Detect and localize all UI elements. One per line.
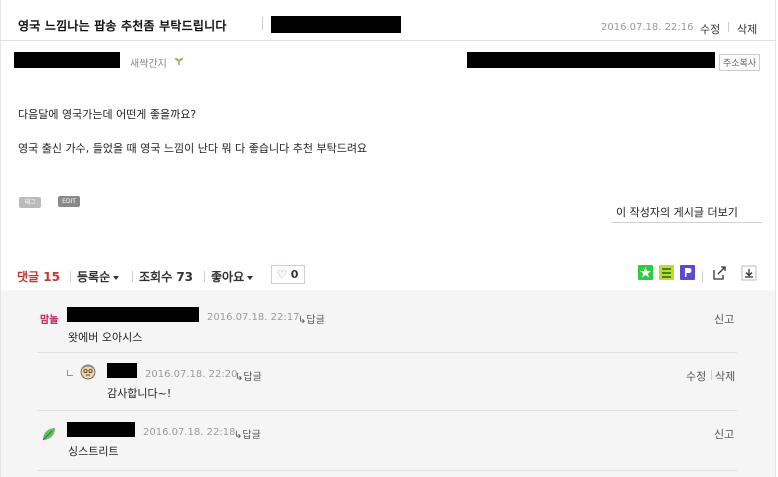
comment-text: 왓에버 오아시스 bbox=[68, 331, 143, 344]
likes-dropdown[interactable]: 좋아요 bbox=[211, 268, 254, 285]
redacted-commenter-name[interactable] bbox=[67, 307, 199, 322]
share-out-icon[interactable] bbox=[711, 265, 727, 281]
redacted-commenter-name[interactable] bbox=[67, 422, 135, 437]
chevron-down-icon bbox=[247, 275, 254, 280]
views-label: 조회수 bbox=[139, 270, 173, 284]
edit-post-link[interactable]: 수정 bbox=[700, 21, 720, 37]
report-link[interactable]: 신고 bbox=[714, 311, 734, 327]
comment-divider bbox=[37, 410, 737, 411]
sort-dropdown[interactable]: 등록순 bbox=[77, 268, 120, 285]
header-separator bbox=[728, 22, 729, 32]
star-share-icon[interactable] bbox=[638, 265, 653, 280]
delete-comment-link[interactable]: 삭제 bbox=[715, 368, 735, 384]
reply-label: 답글 bbox=[242, 430, 261, 441]
post-content-line: 다음달에 영국가는데 어떤게 좋을까요? bbox=[18, 108, 197, 121]
p-share-icon[interactable] bbox=[680, 265, 695, 280]
reply-label: 답글 bbox=[243, 372, 262, 383]
toolbar-separator bbox=[70, 271, 71, 282]
download-icon[interactable] bbox=[741, 265, 757, 281]
sort-label: 등록순 bbox=[77, 270, 111, 284]
comment-date: 2016.07.18. 22:18 bbox=[143, 427, 236, 438]
reply-arrow-icon bbox=[67, 370, 73, 376]
comment-text: 싱스트리트 bbox=[68, 445, 119, 458]
toolbar-separator bbox=[204, 271, 205, 282]
reply-label: 답글 bbox=[306, 315, 325, 326]
redacted-author-name[interactable] bbox=[14, 52, 120, 68]
delete-post-link[interactable]: 삭제 bbox=[737, 21, 757, 37]
likes-label: 좋아요 bbox=[211, 270, 245, 284]
edit-badge[interactable]: EDIT bbox=[58, 196, 80, 207]
post-content-line: 영국 출신 가수, 들었을 때 영국 느낌이 난다 뭐 다 좋습니다 추천 부탁… bbox=[18, 142, 368, 155]
chevron-down-icon bbox=[113, 275, 120, 280]
toolbar-separator bbox=[702, 271, 703, 282]
comment-text: 감사합니다~! bbox=[107, 387, 172, 400]
tag-button[interactable]: 태그 bbox=[19, 197, 41, 208]
comments-count: 15 bbox=[43, 270, 60, 284]
report-link[interactable]: 신고 bbox=[714, 426, 734, 442]
comment-list: 맘놀 2016.07.18. 22:17 ↳답글 신고 왓에버 오아시스 201… bbox=[1, 290, 775, 477]
like-button[interactable]: ♡ 0 bbox=[271, 265, 305, 284]
post-date: 2016.07.18. 22:16 bbox=[601, 22, 694, 33]
toolbar-separator bbox=[132, 271, 133, 282]
comment-count[interactable]: 댓글 15 bbox=[17, 268, 60, 285]
redacted-post-url bbox=[467, 52, 715, 68]
list-share-icon[interactable] bbox=[659, 265, 674, 280]
sprout-icon bbox=[175, 58, 183, 65]
comment-date: 2016.07.18. 22:17 bbox=[207, 312, 300, 323]
comment-action-separator bbox=[711, 370, 712, 380]
author-grade: 새싹간지 bbox=[130, 59, 167, 70]
views-count: 73 bbox=[176, 270, 194, 284]
reply-link[interactable]: ↳답글 bbox=[298, 311, 325, 326]
view-count: 조회수 73 bbox=[139, 268, 193, 285]
avatar[interactable] bbox=[41, 426, 57, 442]
edit-comment-link[interactable]: 수정 bbox=[686, 368, 706, 384]
comment-toolbar: 댓글 15 등록순 조회수 73 좋아요 ♡ 0 bbox=[0, 265, 776, 287]
reply-link[interactable]: ↳답글 bbox=[235, 368, 262, 383]
comment-date: 2016.07.18. 22:20 bbox=[145, 369, 238, 380]
redacted-commenter-name[interactable] bbox=[107, 363, 137, 378]
avatar[interactable] bbox=[80, 364, 96, 380]
post-title: 영국 느낌나는 팝송 추천좀 부탁드립니다 bbox=[18, 19, 227, 33]
more-posts-link[interactable]: 이 작성자의 게시글 더보기 bbox=[616, 204, 738, 220]
redacted-board-name bbox=[271, 16, 401, 33]
post-header: 영국 느낌나는 팝송 추천좀 부탁드립니다 2016.07.18. 22:16 … bbox=[0, 0, 776, 41]
comments-label: 댓글 bbox=[17, 270, 40, 284]
comment-divider bbox=[37, 470, 737, 471]
copy-address-button[interactable]: 주소복사 bbox=[719, 54, 761, 71]
title-separator bbox=[262, 17, 263, 30]
reply-link[interactable]: ↳답글 bbox=[234, 426, 261, 441]
heart-icon: ♡ bbox=[277, 268, 287, 281]
like-count: 0 bbox=[290, 268, 299, 281]
comment-divider bbox=[37, 352, 737, 353]
avatar[interactable]: 맘놀 bbox=[40, 311, 58, 326]
more-posts-underline bbox=[612, 222, 762, 223]
